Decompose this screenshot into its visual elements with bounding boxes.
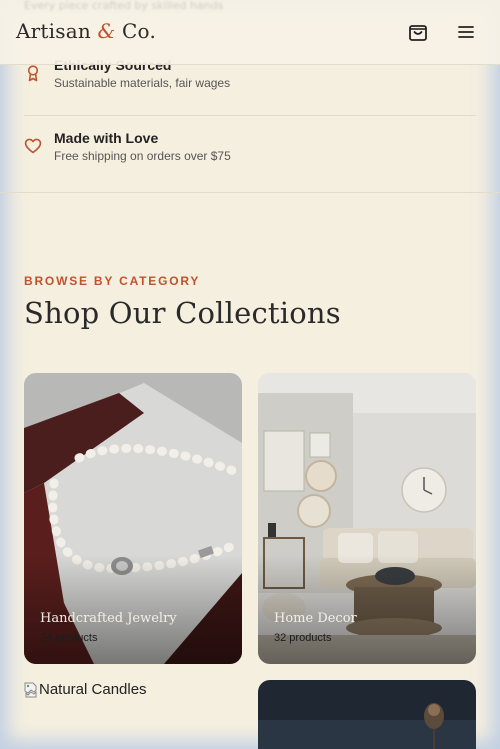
feature-subtitle: Sustainable materials, fair wages: [54, 76, 231, 90]
site-header: Every piece crafted by skilled hands Art…: [0, 0, 500, 65]
image-alt-text: Natural Candles: [39, 681, 147, 698]
collection-card-home-decor[interactable]: Home Decor 32 products: [258, 373, 476, 664]
menu-button[interactable]: [455, 21, 477, 43]
divider: [24, 115, 476, 116]
cart-button[interactable]: [407, 21, 429, 43]
collection-name: Handcrafted Jewelry: [40, 611, 177, 626]
heart-icon: [24, 138, 42, 154]
brand-name: Artisan: [16, 19, 91, 43]
card-overlay: [24, 554, 242, 664]
brand-suffix: Co.: [122, 19, 156, 43]
page: Every piece crafted by skilled hands Art…: [0, 0, 500, 749]
collection-photo: [258, 680, 476, 749]
collection-name: Home Decor: [274, 611, 357, 626]
collection-card-natural-candles[interactable]: Natural Candles: [24, 681, 147, 698]
section-divider: [0, 192, 500, 193]
brand-ampersand: &: [97, 19, 116, 43]
feature-subtitle: Free shipping on orders over $75: [54, 149, 231, 163]
section-eyebrow: BROWSE BY CATEGORY: [24, 274, 201, 288]
feature-made-with-love: Made with Love Free shipping on orders o…: [24, 130, 476, 170]
card-overlay: [258, 554, 476, 664]
shopping-bag-icon: [409, 25, 427, 41]
ribbon-award-icon: [27, 65, 39, 82]
section-title: Shop Our Collections: [24, 296, 341, 330]
collection-card-jewelry[interactable]: Handcrafted Jewelry 24 products: [24, 373, 242, 664]
collection-count: 24 products: [40, 632, 98, 644]
collection-count: 32 products: [274, 632, 332, 644]
hamburger-menu-icon: [458, 26, 474, 38]
feature-title: Made with Love: [54, 130, 159, 146]
collection-card-4[interactable]: [258, 680, 476, 749]
brand-logo[interactable]: Artisan & Co.: [16, 19, 156, 43]
broken-image-icon: [24, 682, 37, 697]
ghost-feature-text: Every piece crafted by skilled hands: [24, 0, 224, 12]
